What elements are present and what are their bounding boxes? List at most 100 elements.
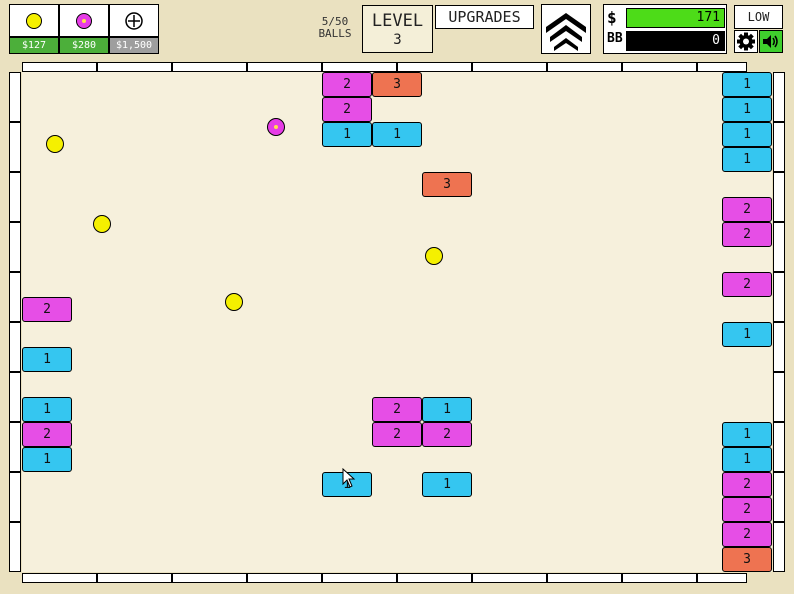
playfield[interactable]: 3222111222111111221212112311232 <box>22 72 772 572</box>
quality-button[interactable]: LOW <box>734 5 783 29</box>
right-rail-segment <box>773 472 785 522</box>
brick: 2 <box>722 197 772 222</box>
settings-button[interactable] <box>734 30 758 53</box>
top-rail-segment <box>247 62 322 72</box>
right-rail-segment <box>773 372 785 422</box>
bottom-rail-segment <box>172 573 247 583</box>
plasma-ball-price: $280 <box>59 37 109 54</box>
bottom-rail-segment <box>547 573 622 583</box>
ball <box>46 135 64 153</box>
shop-slot-basic-ball[interactable]: $127 <box>9 4 59 54</box>
ball <box>425 247 443 265</box>
plasma-ball-icon <box>59 4 109 37</box>
brick: 1 <box>22 397 72 422</box>
bottom-rail-segment <box>247 573 322 583</box>
top-rail-segment <box>547 62 622 72</box>
left-rail-segment <box>9 472 21 522</box>
brick: 2 <box>372 422 422 447</box>
brick: 2 <box>722 522 772 547</box>
top-rail-segment <box>97 62 172 72</box>
chevrons-up-icon <box>546 13 586 51</box>
brick: 1 <box>322 122 372 147</box>
brick: 1 <box>722 72 772 97</box>
ball <box>225 293 243 311</box>
bottom-rail-segment <box>322 573 397 583</box>
brick: 1 <box>722 322 772 347</box>
top-rail-segment <box>397 62 472 72</box>
brick: 2 <box>722 222 772 247</box>
brick: 2 <box>322 97 372 122</box>
bb-label: BB <box>607 31 623 46</box>
brick: 2 <box>372 397 422 422</box>
cash-value: 171 <box>626 8 725 28</box>
ball <box>93 215 111 233</box>
left-rail-segment <box>9 272 21 322</box>
basic-ball-price: $127 <box>9 37 59 54</box>
left-rail-segment <box>9 372 21 422</box>
brick: 1 <box>22 347 72 372</box>
gear-icon <box>737 32 755 51</box>
upgrades-button[interactable]: UPGRADES <box>435 5 534 29</box>
left-rail-segment <box>9 322 21 372</box>
right-rail-segment <box>773 422 785 472</box>
bank-panel: $ 171 BB 0 <box>603 4 727 54</box>
brick: 1 <box>722 97 772 122</box>
right-rail-segment <box>773 272 785 322</box>
brick: 2 <box>422 422 472 447</box>
brick: 2 <box>322 72 372 97</box>
top-rail-segment <box>172 62 247 72</box>
brick: 2 <box>722 497 772 522</box>
shop-slot-add-ball[interactable]: $1,500 <box>109 4 159 54</box>
brick: 1 <box>422 397 472 422</box>
prestige-button[interactable] <box>541 4 591 54</box>
brick: 1 <box>422 472 472 497</box>
bottom-rail-segment <box>397 573 472 583</box>
level-box: LEVEL 3 <box>362 5 433 53</box>
brick: 3 <box>372 72 422 97</box>
right-rail-segment <box>773 222 785 272</box>
level-value: 3 <box>393 32 402 48</box>
brick: 2 <box>22 297 72 322</box>
bottom-rail-segment <box>22 573 97 583</box>
top-rail-segment <box>622 62 697 72</box>
right-rail-segment <box>773 122 785 172</box>
left-rail-segment <box>9 422 21 472</box>
right-rail-segment <box>773 322 785 372</box>
level-label: LEVEL <box>371 11 424 31</box>
cash-icon: $ <box>607 8 617 27</box>
left-rail-segment <box>9 222 21 272</box>
top-rail-segment <box>322 62 397 72</box>
left-rail-segment <box>9 72 21 122</box>
bottom-rail-segment <box>472 573 547 583</box>
left-rail-segment <box>9 172 21 222</box>
speaker-icon <box>763 35 778 48</box>
brick: 3 <box>722 547 772 572</box>
sound-button[interactable] <box>759 30 783 53</box>
brick: 2 <box>722 272 772 297</box>
brick: 3 <box>422 172 472 197</box>
top-rail-segment <box>22 62 97 72</box>
mouse-cursor-icon <box>342 468 356 488</box>
brick: 1 <box>22 447 72 472</box>
brick: 1 <box>722 422 772 447</box>
right-rail-segment <box>773 72 785 122</box>
brick: 2 <box>22 422 72 447</box>
plasma-ball <box>267 118 285 136</box>
bottom-rail-segment <box>97 573 172 583</box>
brick: 1 <box>722 147 772 172</box>
top-rail-segment <box>697 62 747 72</box>
brick: 1 <box>372 122 422 147</box>
brick: 1 <box>722 447 772 472</box>
basic-ball-icon <box>9 4 59 37</box>
ball-count: 5/50 BALLS <box>310 16 360 40</box>
left-rail-segment <box>9 122 21 172</box>
shop-slot-plasma-ball[interactable]: $280 <box>59 4 109 54</box>
brick: 1 <box>722 122 772 147</box>
add-ball-price: $1,500 <box>109 37 159 54</box>
right-rail-segment <box>773 522 785 572</box>
bottom-rail-segment <box>622 573 697 583</box>
bottom-rail-segment <box>697 573 747 583</box>
ball-count-label: BALLS <box>318 27 352 40</box>
brick: 2 <box>722 472 772 497</box>
left-rail-segment <box>9 522 21 572</box>
